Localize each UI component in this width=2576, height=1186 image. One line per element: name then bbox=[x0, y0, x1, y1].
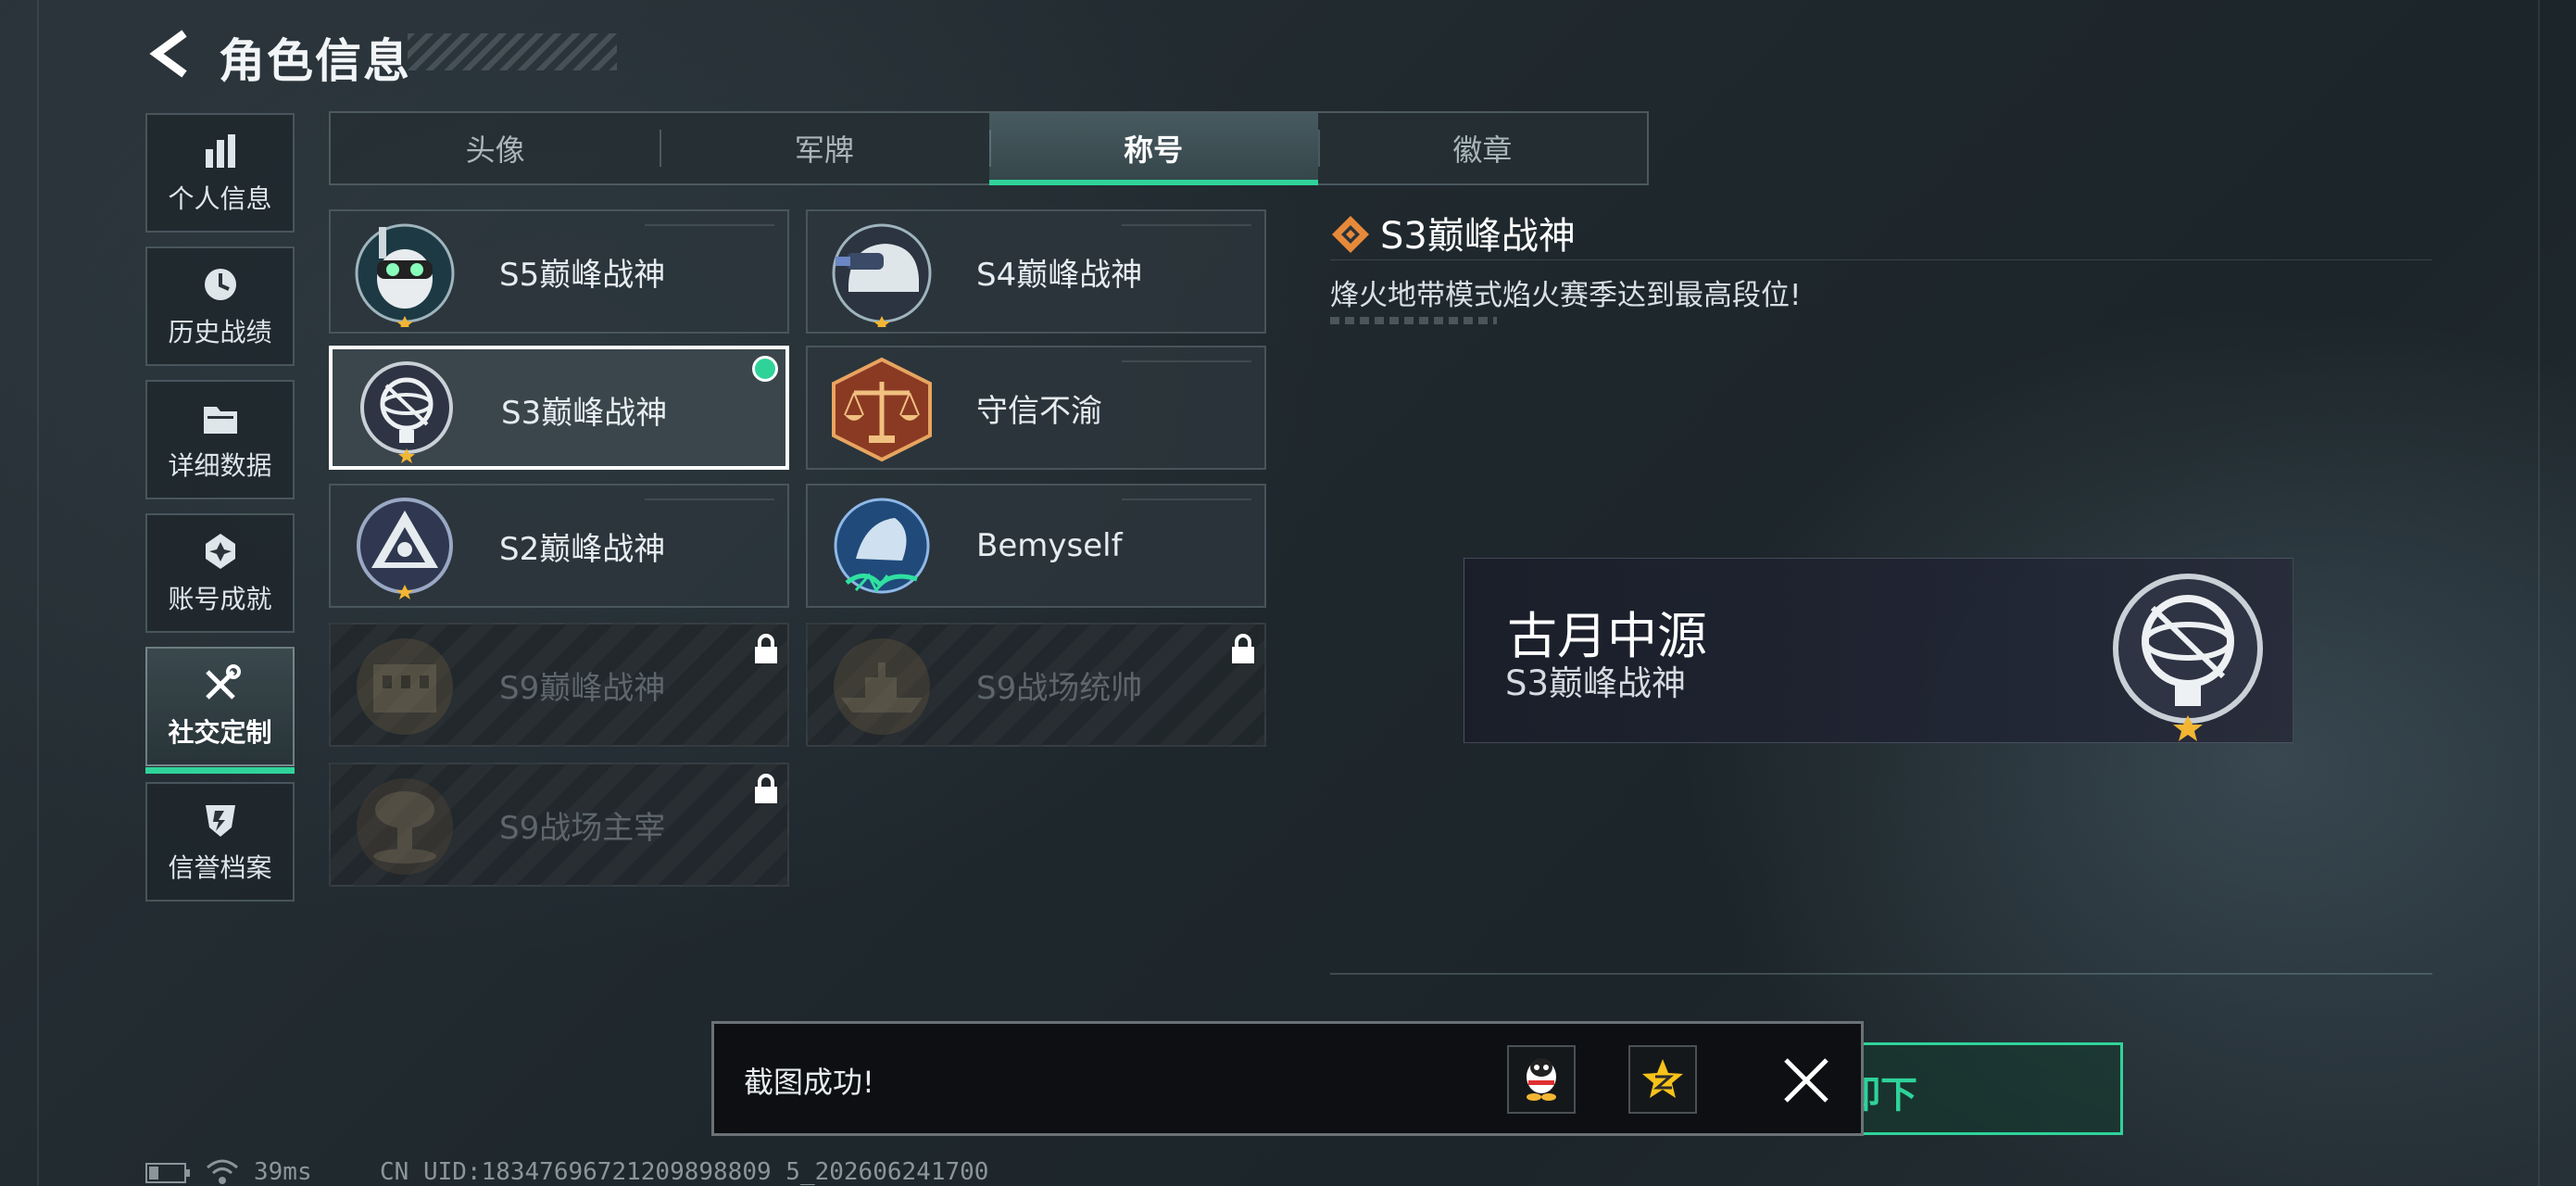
back-arrow-icon[interactable] bbox=[144, 28, 195, 80]
title-decoration bbox=[408, 33, 617, 70]
building-emblem bbox=[357, 638, 453, 735]
armillary-sphere-emblem bbox=[2113, 574, 2263, 741]
lock-icon bbox=[755, 774, 777, 803]
title-diamond-icon bbox=[1332, 216, 1369, 253]
title-item[interactable]: S4巅峰战神 bbox=[806, 209, 1266, 334]
share-qq-button[interactable] bbox=[1507, 1045, 1576, 1114]
helmet-emblem bbox=[832, 223, 932, 327]
title-name: S9巅峰战神 bbox=[499, 669, 666, 707]
title-item[interactable]: Bemyself bbox=[806, 484, 1266, 608]
shield-icon bbox=[205, 804, 235, 837]
qzone-star-icon bbox=[1642, 1059, 1683, 1098]
sidebar-item-profile[interactable]: 个人信息 bbox=[145, 113, 295, 233]
ping-readout: 39ms bbox=[254, 1158, 312, 1186]
sidebar-item-label: 详细数据 bbox=[168, 449, 272, 481]
item-decoration bbox=[1122, 498, 1251, 500]
sidebar-item-achievements[interactable]: 账号成就 bbox=[145, 513, 295, 633]
sidebar-item-label: 账号成就 bbox=[168, 583, 272, 614]
category-tabs: 头像 军牌 称号 徽章 bbox=[329, 111, 1649, 185]
sidebar-item-social[interactable]: 社交定制 bbox=[145, 647, 295, 774]
close-icon[interactable] bbox=[1777, 1051, 1836, 1110]
frame-line bbox=[37, 0, 39, 1186]
uid-readout: CN UID:18347696721209898809 5_2026062417… bbox=[380, 1158, 989, 1186]
scales-emblem bbox=[832, 357, 932, 462]
detail-description: 烽火地带模式焰火赛季达到最高段位! bbox=[1330, 279, 1802, 312]
page-title: 角色信息 bbox=[219, 34, 411, 88]
title-name: S4巅峰战神 bbox=[976, 256, 1143, 294]
warship-emblem bbox=[834, 638, 930, 735]
sidebar-item-label: 社交定制 bbox=[168, 716, 272, 748]
title-name: 守信不渝 bbox=[976, 392, 1102, 430]
detail-title: S3巅峰战神 bbox=[1380, 215, 1576, 258]
battery-icon bbox=[145, 1163, 190, 1183]
title-name: S9战场统帅 bbox=[976, 669, 1143, 707]
graffiti-emblem bbox=[834, 498, 930, 594]
tab-badge[interactable]: 徽章 bbox=[1317, 113, 1647, 183]
skull-diver-emblem bbox=[355, 223, 455, 327]
armillary-sphere-emblem bbox=[360, 361, 453, 463]
title-name: S3巅峰战神 bbox=[501, 394, 668, 432]
folder-icon bbox=[203, 406, 237, 434]
nameplate-title: S3巅峰战神 bbox=[1505, 663, 1687, 703]
qq-icon bbox=[1527, 1058, 1556, 1101]
equipped-indicator bbox=[752, 356, 778, 382]
toast-message: 截图成功! bbox=[744, 1065, 874, 1100]
clock-icon bbox=[204, 268, 236, 300]
tab-dog-tag[interactable]: 军牌 bbox=[660, 113, 988, 183]
share-qzone-button[interactable] bbox=[1628, 1045, 1697, 1114]
sidebar-item-label: 历史战绩 bbox=[168, 316, 272, 347]
tools-icon bbox=[205, 663, 241, 700]
bar-chart-icon bbox=[205, 133, 235, 168]
lock-icon bbox=[1232, 634, 1254, 663]
sidebar-item-label: 信誉档案 bbox=[168, 852, 272, 883]
sidebar-item-label: 个人信息 bbox=[168, 183, 272, 214]
item-decoration bbox=[1122, 360, 1251, 362]
title-item-locked[interactable]: S9战场统帅 bbox=[806, 623, 1266, 747]
title-item[interactable]: S5巅峰战神 bbox=[329, 209, 789, 334]
detail-code-decoration bbox=[1330, 317, 1497, 324]
mushroom-cloud-emblem bbox=[357, 778, 453, 875]
title-name: S2巅峰战神 bbox=[499, 530, 666, 568]
achievement-icon bbox=[205, 533, 235, 569]
title-name: S5巅峰战神 bbox=[499, 256, 666, 294]
title-item[interactable]: S2巅峰战神 bbox=[329, 484, 789, 608]
title-item[interactable]: 守信不渝 bbox=[806, 346, 1266, 470]
sidebar-item-details[interactable]: 详细数据 bbox=[145, 380, 295, 499]
sidebar-item-history[interactable]: 历史战绩 bbox=[145, 246, 295, 366]
title-name: S9战场主宰 bbox=[499, 809, 666, 847]
triangle-eye-emblem bbox=[357, 498, 453, 599]
detail-title-underline bbox=[1330, 259, 2432, 260]
wifi-icon bbox=[207, 1159, 238, 1184]
title-name: Bemyself bbox=[976, 527, 1123, 564]
detail-divider bbox=[1330, 973, 2432, 975]
tab-avatar[interactable]: 头像 bbox=[331, 113, 660, 183]
title-item-selected[interactable]: S3巅峰战神 bbox=[329, 346, 789, 470]
title-item-locked[interactable]: S9战场主宰 bbox=[329, 763, 789, 887]
frame-line bbox=[2538, 0, 2540, 1186]
sidebar-item-reputation[interactable]: 信誉档案 bbox=[145, 782, 295, 902]
lock-icon bbox=[755, 634, 777, 663]
title-item-locked[interactable]: S9巅峰战神 bbox=[329, 623, 789, 747]
tab-title[interactable]: 称号 bbox=[988, 113, 1319, 185]
